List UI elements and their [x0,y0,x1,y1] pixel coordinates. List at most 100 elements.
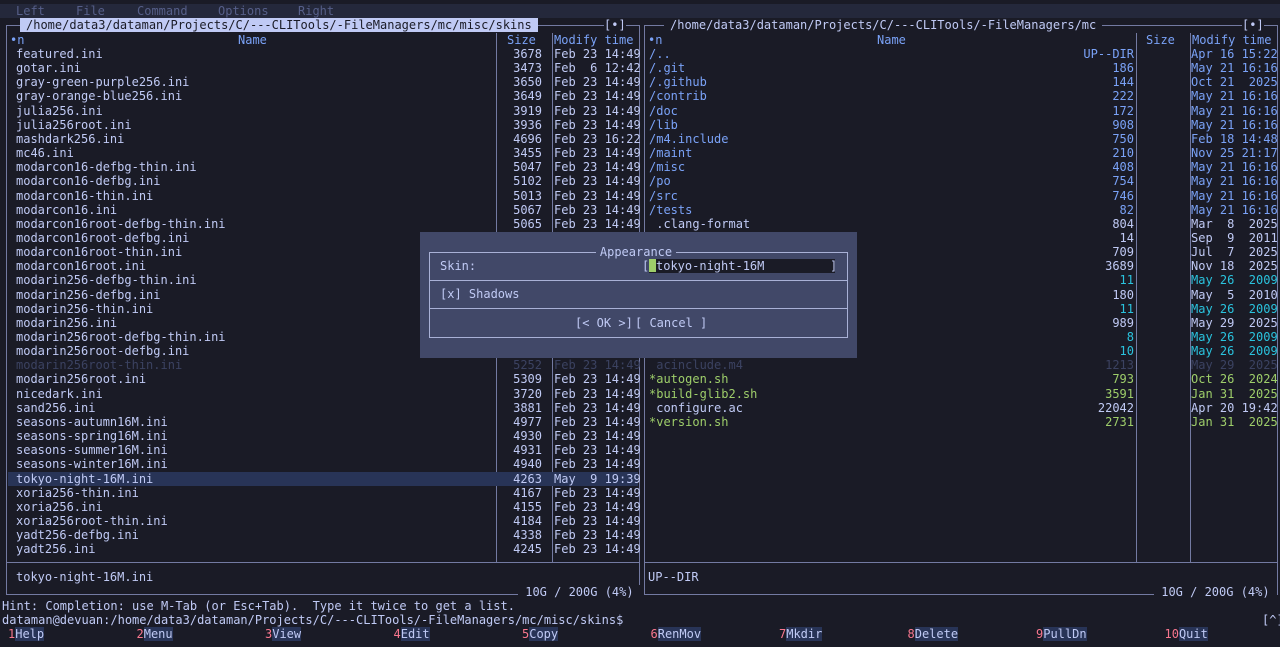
left-file-row[interactable]: seasons-spring16M.ini 4930 Feb 23 14:49 [8,429,641,443]
left-file-row[interactable]: nicedark.ini 3720 Feb 23 14:49 [8,387,641,401]
left-panel-path[interactable]: /home/data3/dataman/Projects/C/---CLIToo… [20,18,538,32]
left-file-row[interactable]: seasons-summer16M.ini 4931 Feb 23 14:49 [8,443,641,457]
left-file-size: 4338 [513,528,542,543]
fkey-menu[interactable]: 2Menu [137,627,257,641]
right-file-row[interactable]: /misc 408 May 21 16:16 [646,160,1278,174]
right-header-modify[interactable]: Modify time [1192,33,1271,47]
prompt-corner-button[interactable]: [^] [1262,613,1280,627]
left-file-row[interactable]: yadt256.ini 4245 Feb 23 14:49 [8,542,641,556]
left-file-row[interactable]: modarin256root-thin.ini 5252 Feb 23 14:49 [8,358,641,372]
fkey-label: PullDn [1043,627,1087,641]
right-file-row[interactable]: /.. UP--DIR Apr 16 15:22 [646,47,1278,61]
left-file-row[interactable]: gray-orange-blue256.ini 3649 Feb 23 14:49 [8,89,641,104]
right-file-row[interactable]: configure.ac 22042 Apr 20 19:42 [646,400,1278,415]
left-file-row[interactable]: modarin256root.ini 5309 Feb 23 14:49 [8,372,641,387]
left-file-size: 3649 [513,89,542,104]
right-file-row[interactable]: /contrib 222 May 21 16:16 [646,89,1278,103]
left-file-row[interactable]: xoria256-thin.ini 4167 Feb 23 14:49 [8,485,641,500]
fkey-help[interactable]: 1Help [8,627,128,641]
left-file-row[interactable]: julia256root.ini 3936 Feb 23 14:49 [8,118,641,132]
fkey-pulldn[interactable]: 9PullDn [1036,627,1156,641]
left-file-row[interactable]: gray-green-purple256.ini 3650 Feb 23 14:49 [8,75,641,89]
right-file-time: Jan 31 2025 [1191,386,1278,401]
fkey-edit[interactable]: 4Edit [394,627,514,641]
right-file-name: configure.ac [649,400,743,415]
right-file-row[interactable]: /.git 186 May 21 16:16 [646,61,1278,75]
right-header-name[interactable]: Name [877,33,906,47]
left-file-row[interactable]: julia256.ini 3919 Feb 23 14:49 [8,104,641,118]
menu-options[interactable]: Options [218,4,269,18]
fkey-mkdir[interactable]: 7Mkdir [779,627,899,641]
right-header-size[interactable]: Size [1146,33,1175,47]
menu-command[interactable]: Command [137,4,188,18]
fkey-renmov[interactable]: 6RenMov [651,627,771,641]
right-file-row[interactable]: acinclude.m4 1213 May 29 2025 [646,358,1277,372]
left-header-modify[interactable]: Modify time [554,33,633,47]
left-file-row[interactable]: modarcon16-thin.ini 5013 Feb 23 14:49 [8,189,641,203]
right-file-row[interactable]: /maint 210 Nov 25 21:17 [646,146,1278,160]
fkey-view[interactable]: 3View [265,627,385,641]
right-panel-path[interactable]: /home/data3/dataman/Projects/C/---CLIToo… [664,18,1103,32]
skin-input[interactable]: tokyo-night-16M [649,259,835,273]
left-file-size: 3455 [513,146,542,161]
right-file-size: 11 [1119,301,1134,316]
left-file-row[interactable]: mashdark256.ini 4696 Feb 23 16:22 [8,132,641,146]
left-file-row[interactable]: modarcon16-defbg-thin.ini 5047 Feb 23 14:4… [8,160,641,174]
left-header-size[interactable]: Size [507,33,536,47]
fkey-delete[interactable]: 8Delete [908,627,1028,641]
menu-file[interactable]: File [76,4,105,18]
left-file-row[interactable]: yadt256-defbg.ini 4338 Feb 23 14:49 [8,528,641,543]
left-file-row[interactable]: modarcon16.ini 5067 Feb 23 14:49 [8,203,641,217]
left-file-time: Feb 23 14:49 [554,89,641,104]
left-file-size: 5309 [513,372,542,387]
right-file-row[interactable]: /src 746 May 21 16:16 [646,189,1278,203]
left-file-name: tokyo-night-16M.ini [16,471,154,486]
fkey-copy[interactable]: 5Copy [522,627,642,641]
right-sort-indicator[interactable]: •n [648,33,662,47]
right-panel-corner-button[interactable]: [•] [1242,18,1264,32]
right-file-row[interactable]: .clang-format 804 Mar 8 2025 [646,217,1277,231]
left-file-row[interactable]: mc46.ini 3455 Feb 23 14:49 [8,146,641,161]
left-file-row[interactable]: modarcon16root-defbg-thin.ini 5065 Feb 23 … [8,217,641,231]
right-file-row[interactable]: /.github 144 Oct 21 2025 [646,75,1278,89]
right-file-row[interactable]: /lib 908 May 21 16:16 [646,118,1278,132]
left-file-row[interactable]: sand256.ini 3881 Feb 23 14:49 [8,400,641,415]
right-file-time: May 26 2009 [1191,330,1278,344]
shadows-checkbox[interactable]: [x] Shadows [440,287,519,301]
left-sort-indicator[interactable]: •n [10,33,24,47]
right-file-size: 2731 [1105,414,1134,429]
right-file-row[interactable]: /po 754 May 21 16:16 [646,174,1278,188]
left-file-name: seasons-autumn16M.ini [16,414,168,429]
left-file-time: Feb 23 14:49 [554,400,641,415]
left-file-row[interactable]: seasons-winter16M.ini 4940 Feb 23 14:49 [8,457,641,471]
right-file-row[interactable]: *version.sh 2731 Jan 31 2025 [646,414,1278,429]
ok-button[interactable]: [< OK >] [575,316,633,330]
shell-prompt[interactable]: dataman@devuan:/home/data3/dataman/Proje… [2,613,623,627]
right-file-size: 989 [1112,315,1134,330]
left-file-name: modarcon16root-thin.ini [16,245,183,260]
menu-right[interactable]: Right [298,4,334,18]
left-file-row[interactable]: xoria256.ini 4155 Feb 23 14:49 [8,500,641,514]
right-file-name: /doc [649,103,678,118]
right-file-row[interactable]: /tests 82 May 21 16:16 [646,203,1278,217]
fkey-label: Menu [143,627,173,641]
fkey-quit[interactable]: 10Quit [1165,627,1280,641]
left-disk-usage: 10G / 200G (4%) [518,585,641,599]
left-header-name[interactable]: Name [238,33,267,47]
right-file-row[interactable]: /doc 172 May 21 16:16 [646,103,1278,118]
menu-left[interactable]: Left [16,4,45,18]
left-file-row[interactable]: tokyo-night-16M.ini 4263 May 9 19:39 [8,471,641,486]
cancel-button[interactable]: [ Cancel ] [635,316,707,330]
left-file-size: 4263 [513,471,542,486]
left-file-row[interactable]: xoria256root-thin.ini 4184 Feb 23 14:49 [8,514,641,528]
left-file-row[interactable]: modarcon16-defbg.ini 5102 Feb 23 14:49 [8,174,641,188]
right-file-time: Apr 20 19:42 [1191,400,1278,415]
left-panel-corner-button[interactable]: [•] [604,18,626,32]
left-file-row[interactable]: featured.ini 3678 Feb 23 14:49 [8,47,641,61]
left-file-row[interactable]: seasons-autumn16M.ini 4977 Feb 23 14:49 [8,414,641,429]
left-file-row[interactable]: gotar.ini 3473 Feb 6 12:42 [8,61,641,75]
right-file-row[interactable]: *autogen.sh 793 Oct 26 2024 [646,372,1278,386]
left-file-name: xoria256-thin.ini [16,485,139,500]
right-file-row[interactable]: *build-glib2.sh 3591 Jan 31 2025 [646,386,1278,401]
right-file-row[interactable]: /m4.include 750 Feb 18 14:48 [646,132,1278,146]
